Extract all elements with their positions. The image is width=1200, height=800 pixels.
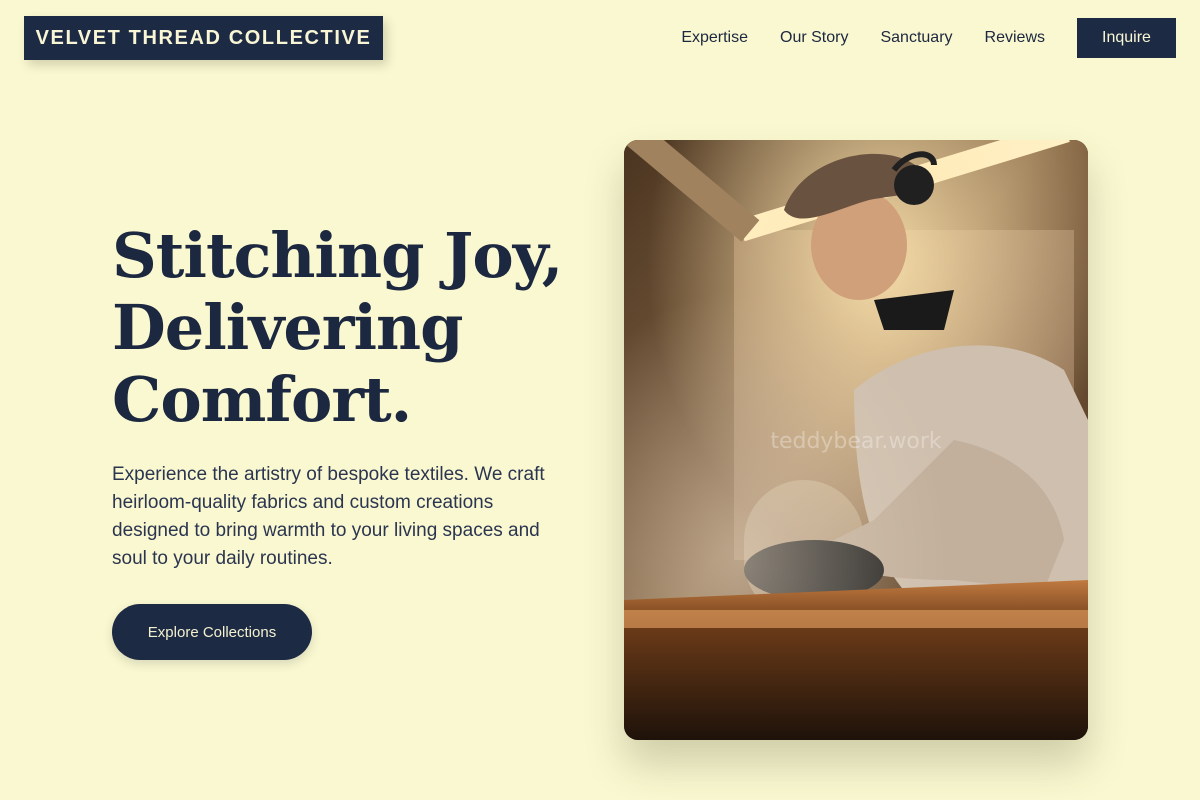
hero-title-line: Comfort. — [112, 363, 412, 436]
explore-collections-button[interactable]: Explore Collections — [112, 604, 312, 660]
hero-photo: teddybear.work — [624, 140, 1088, 740]
hero-description: Experience the artistry of bespoke texti… — [112, 464, 545, 569]
hero-title-line: Stitching Joy, — [112, 219, 563, 292]
brand-logo[interactable]: VELVET THREAD COLLECTIVE — [24, 16, 383, 60]
hero-title-line: Delivering — [112, 291, 463, 364]
inquire-button[interactable]: Inquire — [1077, 18, 1176, 58]
nav-link-our-story[interactable]: Our Story — [780, 18, 848, 58]
landing-page: VELVET THREAD COLLECTIVE Expertise Our S… — [0, 0, 1200, 800]
main-nav: Expertise Our Story Sanctuary Reviews In… — [681, 18, 1176, 58]
nav-link-expertise[interactable]: Expertise — [681, 18, 748, 58]
hero-title: Stitching Joy, Delivering Comfort. — [112, 220, 592, 436]
image-watermark: teddybear.work — [770, 429, 942, 454]
nav-link-sanctuary[interactable]: Sanctuary — [880, 18, 952, 58]
nav-link-reviews[interactable]: Reviews — [985, 18, 1045, 58]
